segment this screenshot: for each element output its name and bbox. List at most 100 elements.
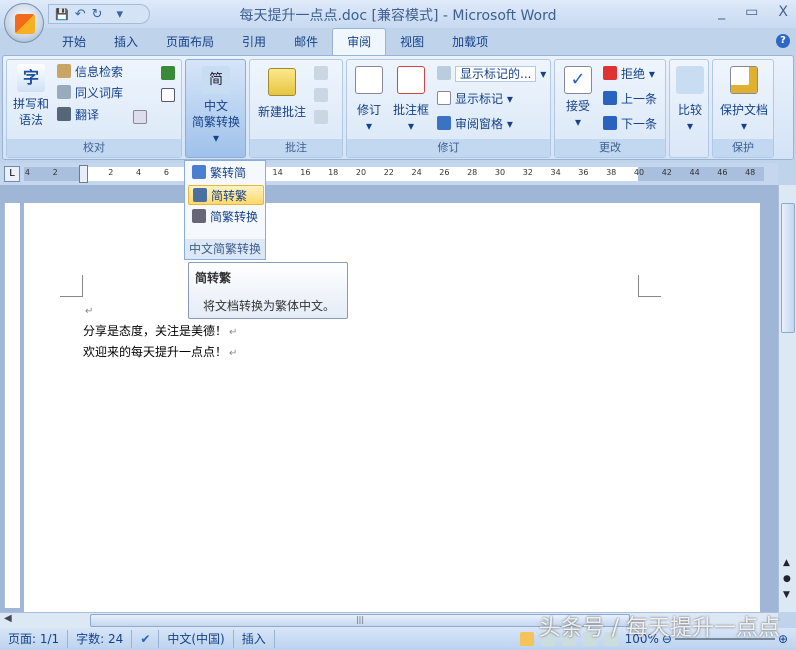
group-tracking: 修订 ▾ 批注框 ▾ 显示标记的... ▾ 显示标记 ▾ 审阅窗格 ▾ 修订: [346, 59, 551, 158]
previous-comment-icon[interactable]: [314, 88, 328, 102]
translate-icon: [57, 107, 71, 121]
ruler-tick: 46: [717, 168, 728, 177]
ruler-tick: 40: [633, 168, 645, 177]
group-label-proofing: 校对: [7, 139, 181, 157]
save-icon[interactable]: 💾: [55, 8, 69, 21]
next-icon: [603, 116, 617, 130]
redo-icon[interactable]: ↻: [92, 7, 103, 22]
next-comment-icon[interactable]: [314, 110, 328, 124]
ruler-tick: 32: [522, 168, 533, 177]
quick-access-toolbar: 💾 ↶ ↻ ▾: [48, 4, 150, 24]
horizontal-ruler[interactable]: 4 2 2 4 6 14 16 18 20 22 24 26 28 30 32 34 36 38 40 42 44 46 4…: [0, 163, 778, 185]
tab-review[interactable]: 审阅: [332, 28, 387, 55]
thesaurus-button[interactable]: 同义词库: [57, 83, 123, 103]
group-protect: 保护文档 ▾ 保护: [712, 59, 774, 158]
language-icon[interactable]: [133, 66, 147, 80]
display-for-review-dropdown[interactable]: 显示标记的... ▾: [437, 64, 546, 84]
ruler-tick: 14: [272, 168, 283, 177]
ruler-tick: 2: [108, 168, 114, 177]
tab-home[interactable]: 开始: [48, 29, 100, 55]
tab-mailings[interactable]: 邮件: [280, 29, 332, 55]
ruler-strip: 4 2 2 4 6 14 16 18 20 22 24 26 28 30 32 34 36 38 40 42 44 46 4…: [24, 167, 764, 181]
new-comment-icon: [268, 68, 296, 96]
chinese-conversion-menu: 繁转简 简转繁 简繁转换 中文简繁转换: [184, 160, 266, 260]
translate-button[interactable]: 翻译: [57, 105, 99, 125]
menu-item-simp-to-trad[interactable]: 简转繁: [188, 185, 264, 205]
minimize-button[interactable]: _: [718, 4, 725, 20]
scroll-left-icon[interactable]: ◀: [4, 613, 12, 624]
new-comment-button[interactable]: 新建批注: [252, 68, 312, 120]
trad-to-simp-icon: [192, 165, 206, 179]
reject-button[interactable]: 拒绝 ▾: [603, 64, 655, 84]
ruler-tick: 18: [328, 168, 339, 177]
accept-button[interactable]: ✓ 接受 ▾: [557, 66, 599, 130]
indent-marker[interactable]: [79, 165, 88, 183]
group-label-changes: 更改: [555, 139, 665, 157]
menu-item-conversion[interactable]: 简繁转换: [188, 207, 264, 227]
ruler-tick: 28: [467, 168, 478, 177]
undo-icon[interactable]: ↶: [75, 7, 86, 22]
previous-icon: [603, 91, 617, 105]
close-button[interactable]: X: [778, 4, 788, 20]
menu-footer: 中文简繁转换: [185, 239, 265, 259]
ruler-tick: 4: [24, 168, 30, 177]
reviewing-pane-button[interactable]: 审阅窗格 ▾: [437, 114, 513, 134]
vertical-scroll-thumb[interactable]: [781, 203, 795, 333]
maximize-button[interactable]: ▭: [745, 4, 758, 20]
ruler-tick: 24: [411, 168, 422, 177]
group-label-comments: 批注: [250, 139, 342, 157]
simp-to-trad-icon: [193, 188, 207, 202]
customize-qat-icon[interactable]: ▾: [117, 7, 124, 22]
ruler-tick: 48: [745, 168, 756, 177]
compare-button[interactable]: 比较 ▾: [669, 59, 709, 158]
delete-comment-icon[interactable]: [314, 66, 328, 80]
show-markup-icon: [437, 91, 451, 105]
insert-mode[interactable]: 插入: [234, 630, 275, 648]
set-language-icon[interactable]: [161, 66, 175, 80]
ruler-tick: 42: [661, 168, 672, 177]
language-status[interactable]: 中文(中国): [159, 630, 234, 648]
browse-buttons[interactable]: ▲ ● ▼: [783, 555, 791, 603]
group-proofing: 字拼写和 语法 信息检索 同义词库 翻译 校对: [6, 59, 182, 158]
show-markup-button[interactable]: 显示标记 ▾: [437, 89, 513, 109]
tab-selector[interactable]: L: [4, 166, 20, 182]
menu-item-trad-to-simp[interactable]: 繁转简: [188, 163, 264, 183]
protect-document-button[interactable]: 保护文档 ▾: [715, 66, 773, 134]
balloons-button[interactable]: 批注框 ▾: [389, 66, 433, 134]
print-layout-view-icon[interactable]: [519, 632, 534, 646]
word-count-icon[interactable]: [161, 88, 175, 102]
tab-references[interactable]: 引用: [228, 29, 280, 55]
crop-mark-right: [638, 275, 661, 297]
chinese-conversion-button[interactable]: 简中文 简繁转换 ▾: [185, 59, 246, 158]
vertical-scrollbar[interactable]: ▲ ● ▼: [778, 185, 796, 612]
word-count[interactable]: 字数: 24: [68, 630, 133, 648]
chinese-conversion-label: 简中文 简繁转换 ▾: [188, 66, 244, 146]
office-button[interactable]: [4, 3, 44, 43]
help-icon[interactable]: ?: [776, 34, 790, 48]
tab-view[interactable]: 视图: [386, 29, 438, 55]
tab-addins[interactable]: 加载项: [438, 29, 502, 55]
spellcheck-icon: 字: [17, 64, 45, 92]
previous-change-button[interactable]: 上一条: [603, 89, 657, 109]
document-line-2: 欢迎来的每天提升一点点！ ↵: [83, 345, 238, 359]
ruler-tick: 26: [439, 168, 450, 177]
next-change-button[interactable]: 下一条: [603, 114, 657, 134]
page-count[interactable]: 页面: 1/1: [0, 630, 69, 648]
proofing-status-icon[interactable]: ✔: [132, 630, 160, 648]
track-changes-button[interactable]: 修订 ▾: [349, 66, 389, 134]
thesaurus-icon: [57, 85, 71, 99]
input-panel-icon[interactable]: [133, 110, 147, 124]
ruler-tick: 4: [136, 168, 142, 177]
spelling-grammar-button[interactable]: 字拼写和 语法: [11, 64, 51, 128]
group-changes: ✓ 接受 ▾ 拒绝 ▾ 上一条 下一条 更改: [554, 59, 666, 158]
ribbon: 字拼写和 语法 信息检索 同义词库 翻译 校对 简中文 简繁转换 ▾ 新建批注 批…: [2, 55, 794, 160]
ruler-tick: 2: [52, 168, 58, 177]
tab-page-layout[interactable]: 页面布局: [152, 29, 228, 55]
document-page[interactable]: ↵ 分享是态度，关注是美德！ ↵ 欢迎来的每天提升一点点！ ↵: [24, 203, 760, 612]
ruler-tick: 36: [578, 168, 589, 177]
group-label-tracking: 修订: [347, 139, 550, 157]
ruler-tick: 16: [300, 168, 311, 177]
tab-insert[interactable]: 插入: [100, 29, 152, 55]
research-button[interactable]: 信息检索: [57, 62, 123, 82]
research-icon: [57, 64, 71, 78]
